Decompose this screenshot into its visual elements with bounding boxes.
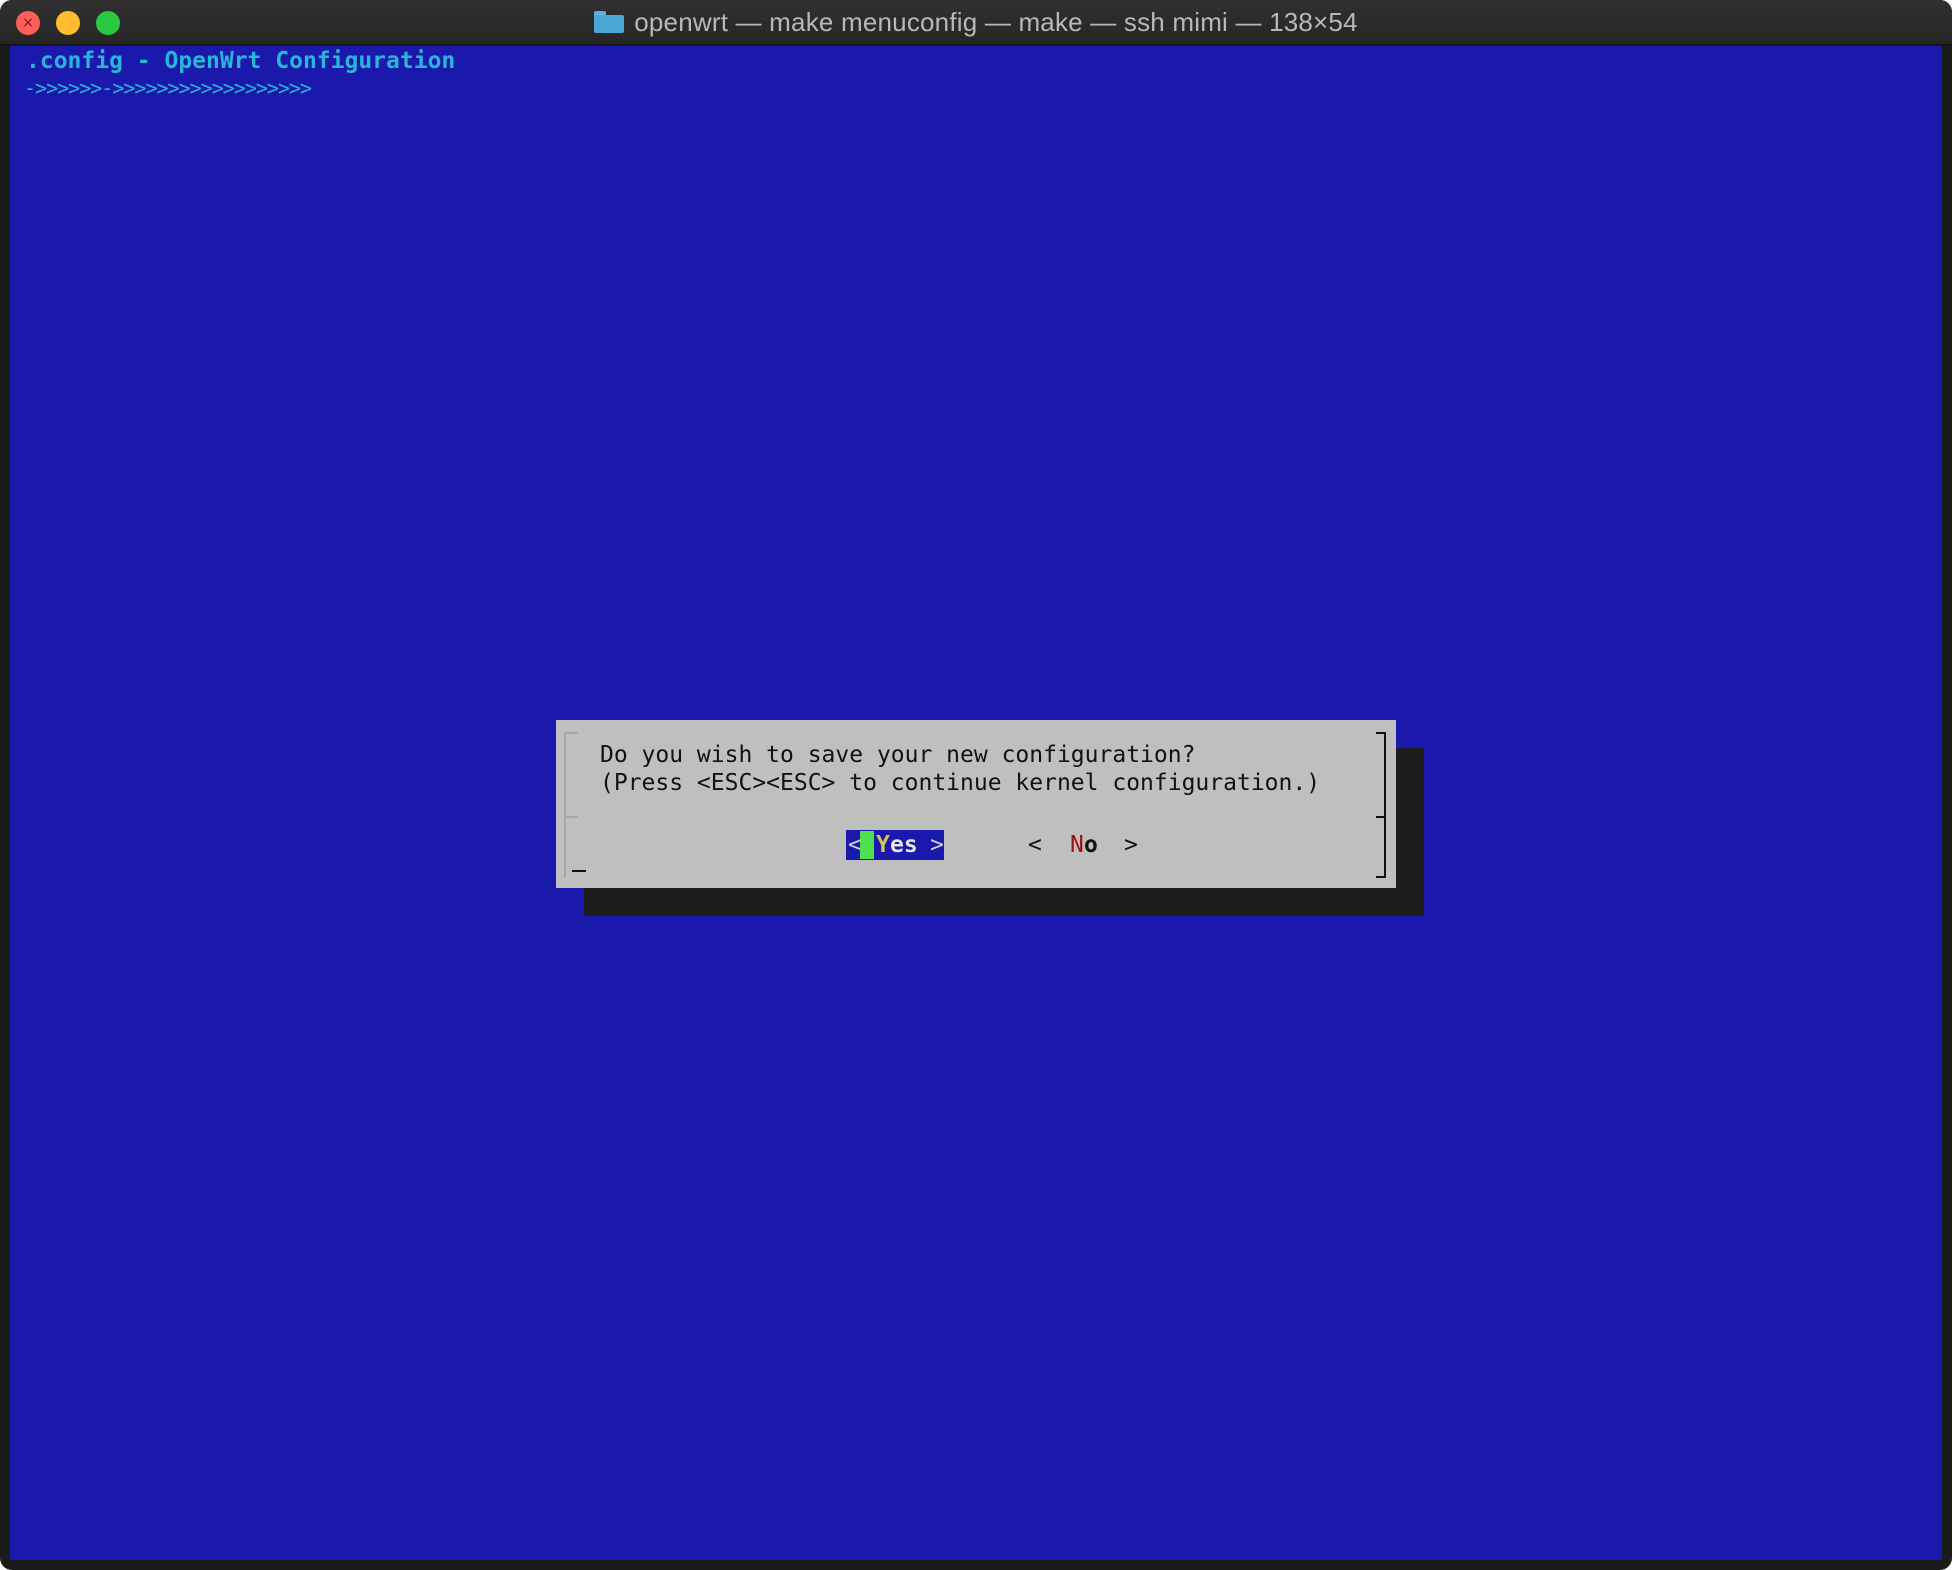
window-title: openwrt — make menuconfig — make — ssh m… — [634, 6, 1358, 37]
yes-button[interactable]: < Y es > — [846, 830, 944, 860]
no-button-hotkey: N — [1070, 832, 1084, 858]
dialog-frame — [564, 816, 578, 818]
title-bar[interactable]: × openwrt — make menuconfig — make — ssh… — [0, 0, 1952, 45]
no-button-close: > — [1124, 832, 1138, 858]
dialog-corner-mark — [572, 870, 586, 872]
dialog-frame — [1376, 732, 1386, 734]
yes-button-hotkey: Y — [876, 832, 890, 858]
yes-button-label: es — [890, 832, 918, 858]
no-button-open: < — [1028, 832, 1042, 858]
terminal-screen[interactable]: .config - OpenWrt Configuration ->>>>>>-… — [10, 46, 1942, 1560]
window-title-group: openwrt — make menuconfig — make — ssh m… — [0, 0, 1952, 44]
no-button[interactable]: < N o > — [1028, 830, 1139, 860]
dialog-frame — [1376, 816, 1386, 818]
folder-icon — [594, 11, 625, 33]
terminal-window: × openwrt — make menuconfig — make — ssh… — [0, 0, 1952, 1570]
dialog-hint: (Press <ESC><ESC> to continue kernel con… — [600, 770, 1321, 796]
yes-button-close: > — [930, 832, 944, 858]
backtitle: .config - OpenWrt Configuration — [26, 48, 456, 74]
dialog-frame — [1376, 876, 1386, 878]
no-button-label: o — [1084, 832, 1098, 858]
save-config-dialog: Do you wish to save your new configurati… — [556, 720, 1396, 888]
text-cursor — [860, 831, 874, 859]
backtitle-underline: ->>>>>>->>>>>>>>>>>>>>>>>> — [24, 76, 312, 100]
dialog-frame — [1384, 732, 1386, 878]
dialog-frame — [564, 732, 566, 878]
dialog-frame — [564, 732, 578, 734]
dialog-message: Do you wish to save your new configurati… — [600, 742, 1196, 768]
